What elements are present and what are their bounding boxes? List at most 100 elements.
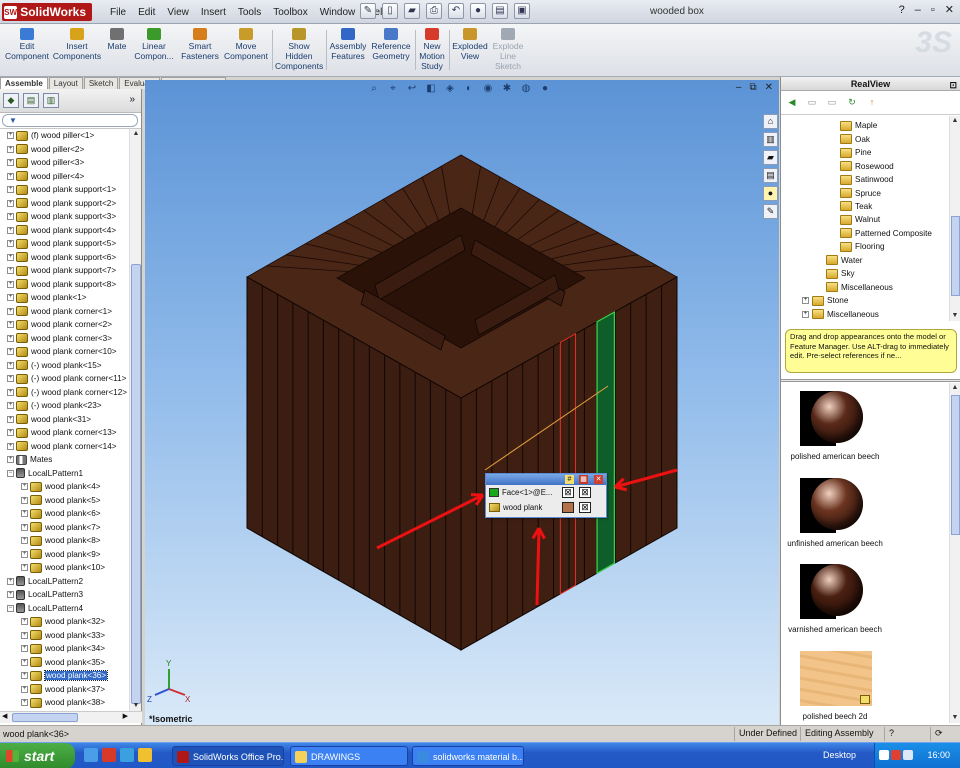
folder-item[interactable]: Pine <box>840 146 871 160</box>
expand-icon[interactable]: + <box>7 402 14 410</box>
tree-item[interactable]: + wood plank<34> <box>0 642 129 656</box>
linear-component-pattern-button[interactable]: Linear Compon... <box>132 26 176 61</box>
tree-item[interactable]: + wood plank<6> <box>0 507 129 521</box>
show-hidden-components-button[interactable]: Show Hidden Components <box>275 26 323 71</box>
expand-icon[interactable]: + <box>7 307 14 315</box>
appearance-grid-icon[interactable]: # <box>565 475 574 484</box>
pin-icon[interactable]: ⊡ <box>949 78 957 92</box>
back-icon[interactable]: ◀ <box>785 96 799 109</box>
options-icon[interactable]: ▤ <box>492 3 508 19</box>
restore-button[interactable]: ▫ <box>931 4 935 16</box>
folder-item[interactable]: Walnut <box>840 213 880 227</box>
desktop-toolbar[interactable]: Desktop <box>823 750 856 760</box>
undo-icon[interactable]: ↶ <box>448 3 464 19</box>
expand-icon[interactable]: + <box>802 297 809 305</box>
tree-item[interactable]: + wood plank support<4> <box>0 224 129 238</box>
popup-close-icon[interactable]: ✕ <box>594 475 603 484</box>
scroll-right-arrow-icon[interactable]: ▶ <box>123 712 128 720</box>
folder-scroll-up-icon[interactable]: ▲ <box>950 116 960 126</box>
swatch-scroll-up-icon[interactable]: ▲ <box>950 383 960 393</box>
tree-item[interactable]: + wood plank<35> <box>0 656 129 670</box>
expand-icon[interactable]: + <box>7 294 14 302</box>
tree-item[interactable]: + wood plank corner<13> <box>0 426 129 440</box>
tree-item[interactable]: − LocalLPattern1 <box>0 467 129 481</box>
edit-component-button[interactable]: Edit Component <box>4 26 50 61</box>
expand-icon[interactable]: + <box>7 577 14 585</box>
minimize-button[interactable]: – <box>915 4 921 16</box>
expand-icon[interactable]: + <box>7 591 14 599</box>
expand-icon[interactable]: + <box>7 321 14 329</box>
folder-tree-scrollbar[interactable]: ▲ ▼ <box>949 116 960 321</box>
appearance-row-part[interactable]: wood plank ⊠ <box>486 500 606 515</box>
move-component-button[interactable]: Move Component <box>224 26 268 61</box>
expand-icon[interactable]: + <box>7 375 14 383</box>
selected-face-highlight[interactable] <box>596 311 615 575</box>
appearance-swatch[interactable]: polished american beech <box>781 391 949 477</box>
taskbar-item-solidworks[interactable]: SolidWorks Office Pro... <box>172 746 284 766</box>
tree-item[interactable]: + wood plank corner<14> <box>0 440 129 454</box>
tree-item[interactable]: + wood plank support<1> <box>0 183 129 197</box>
tree-item[interactable]: + wood plank corner<10> <box>0 345 129 359</box>
expand-icon[interactable]: + <box>7 145 14 153</box>
exploded-view-button[interactable]: Exploded View <box>451 26 489 61</box>
folder-item[interactable]: Satinwood <box>840 173 893 187</box>
expand-icon[interactable]: + <box>21 496 28 504</box>
tab-layout[interactable]: Layout <box>48 77 83 89</box>
tree-item[interactable]: + wood plank<4> <box>0 480 129 494</box>
expand-panel-icon[interactable]: » <box>129 94 135 105</box>
insert-components-button[interactable]: Insert Components <box>52 26 102 61</box>
sw-resources-tab-icon[interactable]: ⌂ <box>763 114 778 129</box>
forward-icon[interactable]: ▭ <box>805 96 819 109</box>
tree-hscroll-thumb[interactable] <box>12 713 78 722</box>
tree-item[interactable]: + wood plank support<6> <box>0 251 129 265</box>
open-folder-icon[interactable]: ▰ <box>404 3 420 19</box>
folder-item[interactable]: Oak <box>840 132 870 146</box>
appearance-swatch[interactable]: unfinished american beech <box>781 477 949 564</box>
tree-item[interactable]: + wood plank<38> <box>0 696 129 710</box>
tree-item[interactable]: + wood plank<5> <box>0 494 129 508</box>
new-document-icon[interactable]: ▯ <box>382 3 398 19</box>
tree-item[interactable]: + wood piller<3> <box>0 156 129 170</box>
expand-icon[interactable]: + <box>7 429 14 437</box>
expand-icon[interactable]: + <box>21 685 28 693</box>
expand-icon[interactable]: + <box>7 280 14 288</box>
folder-item[interactable]: + Stone <box>802 294 848 308</box>
tree-item[interactable]: + wood plank<1> <box>0 291 129 305</box>
folder-item[interactable]: Water <box>826 254 863 268</box>
view-palette-tab-icon[interactable]: ▤ <box>763 168 778 183</box>
swatch-scroll-thumb[interactable] <box>951 395 960 535</box>
part-appearance-swatch[interactable] <box>562 502 574 513</box>
folder-item[interactable]: Miscellaneous <box>826 280 893 294</box>
expand-icon[interactable]: + <box>7 348 14 356</box>
folder-item[interactable]: Teak <box>840 200 872 214</box>
zoom-to-fit-icon[interactable]: ⌕ <box>367 82 381 96</box>
swatch-scrollbar[interactable]: ▲ ▼ <box>949 383 960 723</box>
expand-icon[interactable]: + <box>7 388 14 396</box>
tree-item[interactable]: + (-) wood plank corner<12> <box>0 386 129 400</box>
tree-item[interactable]: + wood plank<8> <box>0 534 129 548</box>
menu-view[interactable]: View <box>161 7 195 18</box>
taskbar-item-browser[interactable]: solidworks material b... <box>412 746 524 766</box>
appearance-swatch[interactable]: polished beech 2d <box>781 650 949 737</box>
up-folder-icon[interactable]: ↑ <box>865 96 879 109</box>
appearances-tab-icon[interactable]: ● <box>763 186 778 201</box>
viewport-close-icon[interactable]: ✕ <box>765 82 773 93</box>
part-delete-appearance-icon[interactable]: ⊠ <box>579 502 591 513</box>
tree-item[interactable]: + wood plank<10> <box>0 561 129 575</box>
smart-fasteners-button[interactable]: Smart Fasteners <box>178 26 222 61</box>
reference-geometry-button[interactable]: Reference Geometry <box>370 26 412 61</box>
expand-icon[interactable]: + <box>7 253 14 261</box>
viewport-minimize-icon[interactable]: – <box>736 82 742 93</box>
tree-item[interactable]: + LocalLPattern2 <box>0 575 129 589</box>
tree-item[interactable]: + wood plank corner<1> <box>0 305 129 319</box>
network-icon[interactable] <box>879 750 889 760</box>
tree-item[interactable]: + Mates <box>0 453 129 467</box>
design-library-tab-icon[interactable]: ▥ <box>763 132 778 147</box>
expand-icon[interactable]: + <box>21 564 28 572</box>
appearance-swatch[interactable]: varnished american beech <box>781 564 949 650</box>
expand-icon[interactable]: + <box>7 159 14 167</box>
tree-item[interactable]: + wood plank<7> <box>0 521 129 535</box>
folder-item[interactable]: Sky <box>826 267 855 281</box>
assembly-features-button[interactable]: Assembly Features <box>328 26 368 61</box>
browser-launch-icon[interactable] <box>120 748 134 762</box>
